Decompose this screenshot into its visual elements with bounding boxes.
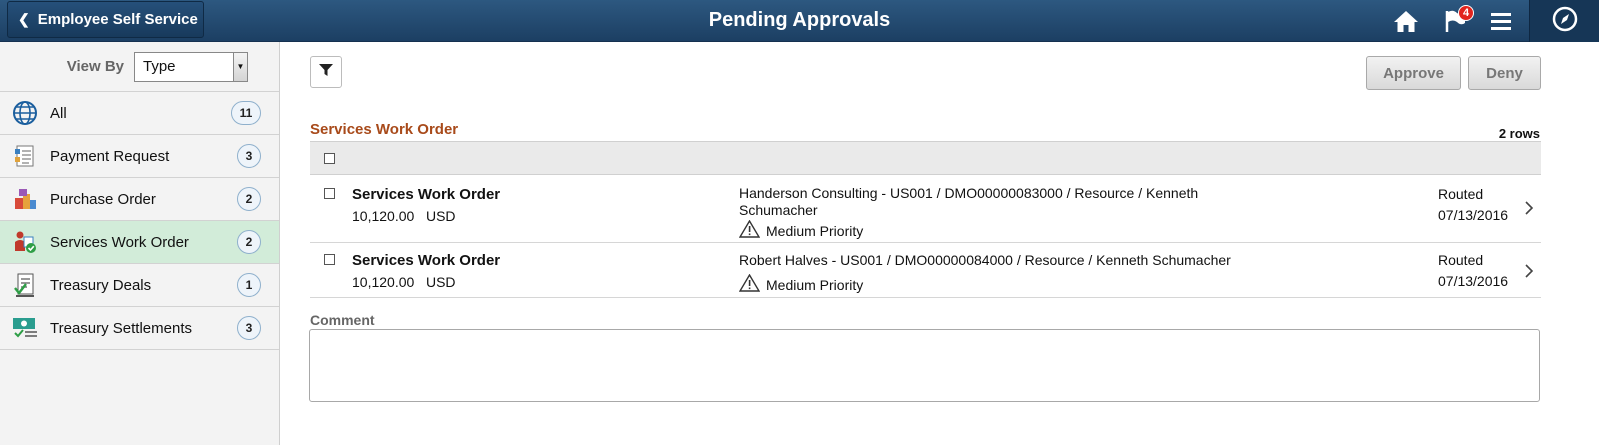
treasury-deals-icon [0, 272, 50, 298]
row-count: 2 rows [1498, 126, 1540, 141]
row-description: Robert Halves - US001 / DMO00000084000 /… [739, 252, 1231, 268]
chevron-right-icon[interactable] [1524, 263, 1534, 284]
grid-header [310, 141, 1541, 175]
warning-icon [738, 273, 766, 295]
table-row[interactable]: Services Work Order 10,120.00 USD Robert… [310, 243, 1541, 298]
row-title: Services Work Order [352, 186, 501, 203]
row-status: Routed [1438, 186, 1484, 202]
sidebar-item-services-work-order[interactable]: Services Work Order 2 [0, 221, 279, 264]
sidebar-item-treasury-settlements[interactable]: Treasury Settlements 3 [0, 307, 279, 350]
sidebar-item-label: Treasury Deals [50, 276, 152, 294]
grid-title: Services Work Order [310, 121, 459, 138]
banner: ❮ Employee Self Service Pending Approval… [0, 0, 1599, 42]
purchase-order-icon [0, 186, 50, 212]
comment-label: Comment [310, 312, 375, 328]
row-priority-label: Medium Priority [766, 222, 864, 239]
row-date: 07/13/2016 [1438, 273, 1509, 289]
sidebar-item-label: Services Work Order [50, 233, 189, 251]
sidebar-item-label: All [50, 104, 67, 122]
comment-textarea[interactable] [309, 329, 1540, 402]
flag-icon[interactable]: 4 [1440, 5, 1474, 35]
sidebar: View By Type ▼ All 11 Payment Request 3 … [0, 42, 280, 445]
sidebar-item-label: Payment Request [50, 147, 170, 165]
approve-button[interactable]: Approve [1366, 56, 1461, 90]
count-badge: 1 [237, 273, 261, 297]
row-amount: 10,120.00 [352, 274, 415, 290]
sidebar-item-all[interactable]: All 11 [0, 92, 279, 135]
row-currency: USD [425, 208, 456, 224]
compass-icon [1552, 6, 1578, 37]
services-work-order-icon [0, 229, 50, 255]
sidebar-item-label: Purchase Order [50, 190, 156, 208]
row-title: Services Work Order [352, 252, 501, 269]
row-amount: 10,120.00 [352, 208, 415, 224]
menu-icon[interactable] [1486, 7, 1516, 35]
payment-request-icon [0, 143, 50, 169]
sidebar-item-payment-request[interactable]: Payment Request 3 [0, 135, 279, 178]
filter-button[interactable] [310, 56, 342, 88]
chevron-left-icon: ❮ [18, 11, 30, 27]
count-badge: 3 [237, 144, 261, 168]
deny-button[interactable]: Deny [1468, 56, 1541, 90]
dropdown-arrow-icon: ▼ [233, 52, 247, 81]
view-by-label: View By [66, 58, 124, 75]
row-status: Routed [1438, 252, 1484, 268]
count-badge: 11 [231, 101, 261, 125]
row-checkbox[interactable] [324, 188, 335, 199]
filter-icon [318, 62, 334, 83]
view-by-select[interactable]: Type ▼ [134, 51, 248, 82]
navbar-button[interactable] [1529, 0, 1599, 42]
row-priority-label: Medium Priority [766, 276, 864, 293]
row-status-block: Routed 07/13/2016 [1438, 250, 1508, 292]
globe-icon [0, 100, 50, 126]
row-amount-group: 10,120.00 USD [352, 208, 456, 224]
count-badge: 2 [237, 187, 261, 211]
warning-icon [738, 219, 766, 241]
chevron-right-icon[interactable] [1524, 200, 1534, 221]
sidebar-item-treasury-deals[interactable]: Treasury Deals 1 [0, 264, 279, 307]
table-row[interactable]: Services Work Order 10,120.00 USD Hander… [310, 176, 1541, 243]
row-description: Handerson Consulting - US001 / DMO000000… [739, 185, 1199, 218]
view-by-value: Type [143, 58, 176, 75]
row-checkbox[interactable] [324, 254, 335, 265]
count-badge: 3 [237, 316, 261, 340]
view-by-row: View By Type ▼ [0, 42, 279, 92]
sidebar-item-label: Treasury Settlements [50, 319, 192, 337]
treasury-settlements-icon [0, 315, 50, 341]
row-amount-group: 10,120.00 USD [352, 274, 456, 290]
page-title: Pending Approvals [708, 9, 891, 31]
back-button-label: Employee Self Service [37, 11, 198, 28]
row-currency: USD [425, 274, 456, 290]
back-button[interactable]: ❮ Employee Self Service [7, 1, 204, 38]
sidebar-item-purchase-order[interactable]: Purchase Order 2 [0, 178, 279, 221]
row-priority: Medium Priority [738, 273, 864, 295]
row-status-block: Routed 07/13/2016 [1438, 184, 1508, 226]
notification-badge: 4 [1458, 5, 1474, 21]
select-all-checkbox[interactable] [324, 153, 335, 164]
home-icon[interactable] [1391, 7, 1421, 35]
count-badge: 2 [237, 230, 261, 254]
row-priority: Medium Priority [738, 219, 864, 241]
row-date: 07/13/2016 [1438, 207, 1509, 223]
